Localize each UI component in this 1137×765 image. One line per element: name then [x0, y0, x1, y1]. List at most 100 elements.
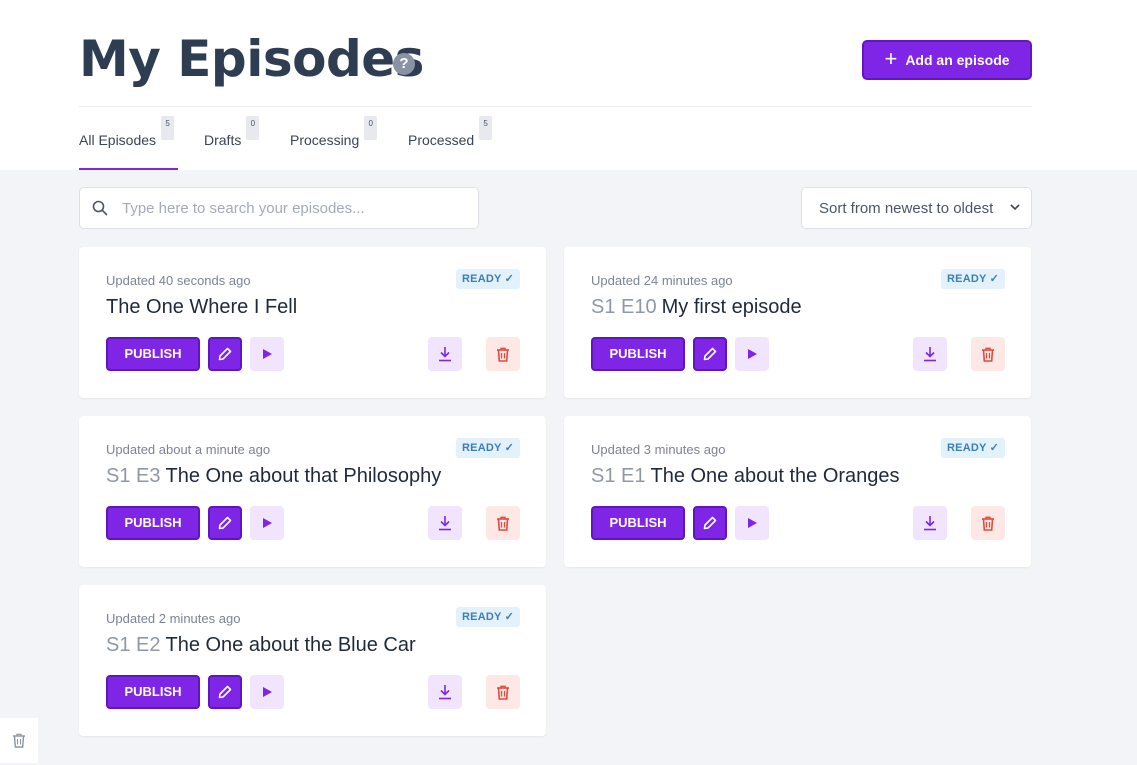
episode-title-text: My first episode — [661, 296, 802, 318]
status-badge: READY ✓ — [456, 438, 520, 458]
play-icon — [263, 518, 272, 528]
side-trash-button[interactable] — [0, 718, 38, 763]
episode-card: Updated 24 minutes ago READY ✓ S1 E10 My … — [564, 247, 1031, 398]
trash-icon — [982, 347, 994, 362]
search-icon — [92, 200, 108, 216]
download-button[interactable] — [913, 506, 947, 540]
publish-button[interactable]: PUBLISH — [591, 506, 685, 540]
trash-icon — [982, 516, 994, 531]
download-icon — [439, 347, 451, 362]
help-icon[interactable]: ? — [393, 53, 415, 75]
edit-button[interactable] — [208, 337, 242, 371]
sort-selected-value: Sort from newest to oldest — [819, 199, 994, 217]
add-episode-label: Add an episode — [905, 52, 1010, 68]
play-button[interactable] — [735, 337, 769, 371]
download-button[interactable] — [428, 675, 462, 709]
plus-icon: + — [884, 46, 898, 71]
episode-card: Updated 40 seconds ago READY ✓ The One W… — [79, 247, 546, 398]
episode-number: S1 E10 — [591, 296, 657, 318]
episode-title-text: The One about the Blue Car — [165, 634, 416, 656]
episode-title-text: The One about that Philosophy — [165, 465, 442, 487]
play-icon — [748, 349, 757, 359]
tab-count-badge: 0 — [246, 115, 260, 140]
publish-button[interactable]: PUBLISH — [106, 337, 200, 371]
delete-button[interactable] — [971, 506, 1005, 540]
publish-button[interactable]: PUBLISH — [106, 675, 200, 709]
updated-time: Updated 40 seconds ago — [106, 273, 251, 288]
status-badge: READY ✓ — [941, 269, 1005, 289]
episode-number: S1 E1 — [591, 465, 646, 487]
download-icon — [439, 685, 451, 700]
episode-title: S1 E2 The One about the Blue Car — [106, 634, 416, 657]
search-box[interactable] — [79, 187, 479, 229]
episode-number: S1 E2 — [106, 634, 161, 656]
tab-label: All Episodes — [79, 131, 157, 148]
tab-count-badge: 5 — [161, 115, 175, 140]
pencil-icon — [218, 347, 232, 361]
episode-title: S1 E1 The One about the Oranges — [591, 465, 900, 488]
episode-title: S1 E3 The One about that Philosophy — [106, 465, 441, 488]
trash-icon — [497, 685, 509, 700]
trash-icon — [497, 347, 509, 362]
edit-button[interactable] — [208, 506, 242, 540]
tab-all-episodes[interactable]: All Episodes 5 — [79, 107, 178, 170]
episode-card: Updated about a minute ago READY ✓ S1 E3… — [79, 416, 546, 567]
edit-button[interactable] — [693, 337, 727, 371]
delete-button[interactable] — [486, 506, 520, 540]
download-icon — [924, 516, 936, 531]
updated-time: Updated about a minute ago — [106, 442, 271, 457]
pencil-icon — [218, 516, 232, 530]
play-icon — [748, 518, 757, 528]
episode-title-text: The One about the Oranges — [650, 465, 900, 487]
tab-drafts[interactable]: Drafts 0 — [204, 107, 290, 170]
status-badge: READY ✓ — [456, 269, 520, 289]
play-button[interactable] — [250, 506, 284, 540]
episode-title: The One Where I Fell — [106, 296, 297, 319]
episode-title-text: The One Where I Fell — [106, 296, 298, 318]
delete-button[interactable] — [971, 337, 1005, 371]
page-header: My Episodes ? + Add an episode All Episo… — [0, 0, 1137, 170]
episode-tabs: All Episodes 5 Drafts 0 Processing 0 Pro… — [79, 107, 495, 170]
episode-number: S1 E3 — [106, 465, 161, 487]
pencil-icon — [703, 516, 717, 530]
trash-icon — [497, 516, 509, 531]
chevron-down-icon — [1010, 202, 1020, 214]
episode-card: Updated 2 minutes ago READY ✓ S1 E2 The O… — [79, 585, 546, 736]
pencil-icon — [703, 347, 717, 361]
play-button[interactable] — [735, 506, 769, 540]
play-icon — [263, 687, 272, 697]
status-badge: READY ✓ — [456, 607, 520, 627]
play-button[interactable] — [250, 675, 284, 709]
tab-label: Processed — [408, 131, 475, 148]
trash-icon — [13, 733, 25, 748]
download-button[interactable] — [913, 337, 947, 371]
sort-select[interactable]: Sort from newest to oldest — [801, 187, 1032, 229]
search-input[interactable] — [122, 199, 452, 217]
tab-count-badge: 5 — [479, 115, 493, 140]
updated-time: Updated 24 minutes ago — [591, 273, 733, 288]
download-icon — [924, 347, 936, 362]
edit-button[interactable] — [693, 506, 727, 540]
episode-card: Updated 3 minutes ago READY ✓ S1 E1 The O… — [564, 416, 1031, 567]
edit-button[interactable] — [208, 675, 242, 709]
pencil-icon — [218, 685, 232, 699]
updated-time: Updated 2 minutes ago — [106, 611, 241, 626]
download-button[interactable] — [428, 506, 462, 540]
add-episode-button[interactable]: + Add an episode — [862, 40, 1032, 80]
episode-title: S1 E10 My first episode — [591, 296, 802, 319]
delete-button[interactable] — [486, 337, 520, 371]
tab-label: Processing — [290, 131, 360, 148]
download-icon — [439, 516, 451, 531]
play-button[interactable] — [250, 337, 284, 371]
page-title: My Episodes — [79, 30, 424, 88]
status-badge: READY ✓ — [941, 438, 1005, 458]
tab-processed[interactable]: Processed 5 — [408, 107, 495, 170]
updated-time: Updated 3 minutes ago — [591, 442, 726, 457]
tab-label: Drafts — [204, 131, 242, 148]
delete-button[interactable] — [486, 675, 520, 709]
publish-button[interactable]: PUBLISH — [106, 506, 200, 540]
download-button[interactable] — [428, 337, 462, 371]
play-icon — [263, 349, 272, 359]
tab-processing[interactable]: Processing 0 — [290, 107, 382, 170]
publish-button[interactable]: PUBLISH — [591, 337, 685, 371]
